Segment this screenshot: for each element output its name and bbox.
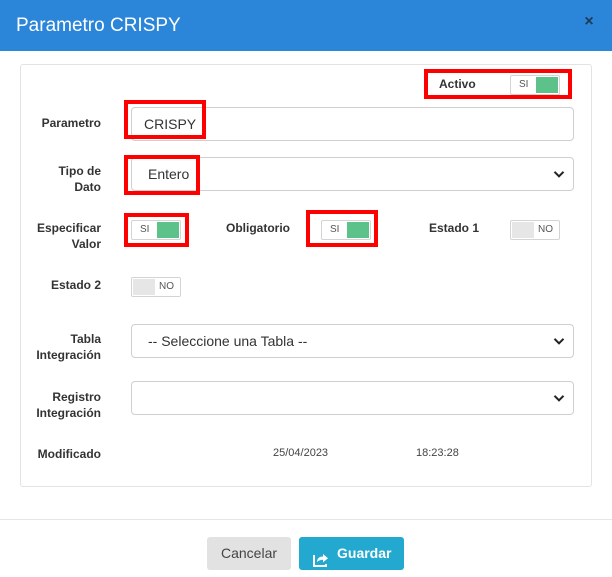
activo-label: Activo (439, 77, 476, 91)
estado1-toggle[interactable]: NO (510, 220, 560, 240)
toggle-knob (347, 222, 369, 238)
parametro-dialog: Parametro CRISPY × Activo SI Parametro C… (0, 0, 612, 577)
tabla-integracion-value: -- Seleccione una Tabla -- (148, 333, 308, 349)
obligatorio-toggle-text: SI (330, 224, 340, 235)
estado2-label: Estado 2 (50, 278, 101, 292)
toggle-knob (512, 222, 534, 238)
activo-toggle-text: SI (519, 79, 529, 90)
especificar-valor-toggle[interactable]: SI (131, 220, 181, 240)
dialog-header: Parametro CRISPY × (0, 0, 612, 51)
modificado-date: 25/04/2023 (273, 447, 329, 459)
footer-divider (0, 519, 612, 520)
especificar-valor-label: Especificar Valor (27, 220, 101, 252)
close-icon[interactable]: × (580, 12, 598, 32)
estado1-toggle-text: NO (538, 224, 553, 235)
obligatorio-toggle[interactable]: SI (321, 220, 371, 240)
parametro-input[interactable]: CRISPY (131, 107, 574, 141)
cancel-button[interactable]: Cancelar (207, 537, 291, 570)
save-button[interactable]: Guardar (299, 537, 404, 570)
parametro-label: Parametro (41, 116, 101, 130)
especificar-valor-label-line1: Especificar (36, 221, 101, 235)
tabla-integracion-label: Tabla Integración (27, 331, 101, 363)
tipo-dato-label-line2: Dato (74, 180, 101, 194)
tabla-integracion-select[interactable]: -- Seleccione una Tabla -- (131, 324, 574, 358)
chevron-down-icon (553, 392, 565, 404)
modificado-time: 18:23:28 (416, 447, 459, 459)
chevron-down-icon (553, 335, 565, 347)
dialog-title: Parametro CRISPY (16, 15, 181, 36)
toggle-knob (536, 77, 558, 93)
tipo-dato-label: Tipo de Dato (27, 163, 101, 195)
estado1-label: Estado 1 (429, 221, 480, 235)
tabla-integracion-label-line1: Tabla (70, 332, 101, 346)
tabla-integracion-label-line2: Integración (36, 348, 101, 362)
toggle-knob (133, 279, 155, 295)
especificar-valor-toggle-text: SI (140, 224, 150, 235)
tipo-dato-select[interactable]: Entero (131, 157, 574, 191)
especificar-valor-label-line2: Valor (71, 237, 101, 251)
save-button-label: Guardar (337, 545, 392, 561)
registro-integracion-label-line1: Registro (52, 390, 101, 404)
obligatorio-label: Obligatorio (226, 221, 290, 235)
registro-integracion-select[interactable] (131, 381, 574, 415)
tipo-dato-label-line1: Tipo de (58, 164, 101, 178)
registro-integracion-label-line2: Integración (36, 406, 101, 420)
save-icon (313, 546, 329, 567)
activo-toggle[interactable]: SI (510, 75, 560, 95)
estado2-toggle-text: NO (159, 281, 174, 292)
form-panel: Activo SI Parametro CRISPY Tipo de Dato … (20, 64, 592, 487)
estado2-toggle[interactable]: NO (131, 277, 181, 297)
tipo-dato-value: Entero (148, 166, 190, 182)
chevron-down-icon (553, 168, 565, 180)
registro-integracion-label: Registro Integración (27, 389, 101, 421)
modificado-label: Modificado (37, 447, 101, 461)
toggle-knob (157, 222, 179, 238)
